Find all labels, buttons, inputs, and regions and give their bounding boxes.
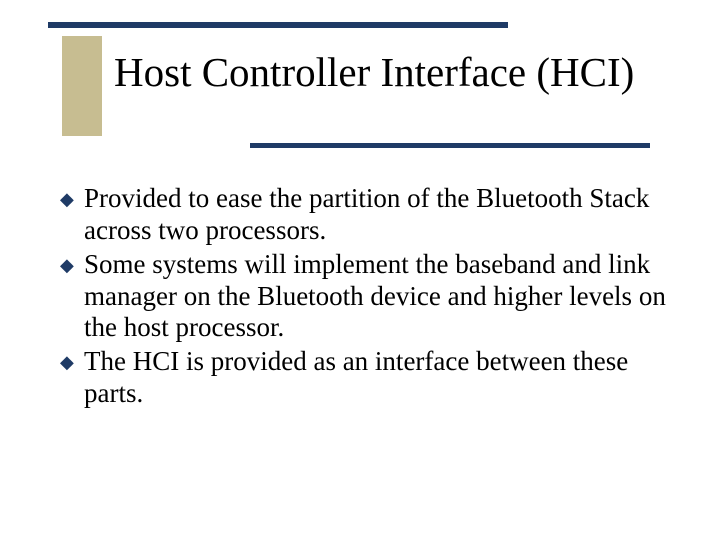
slide-title: Host Controller Interface (HCI) — [114, 50, 684, 95]
list-item: ◆ Provided to ease the partition of the … — [60, 183, 670, 247]
list-item: ◆ The HCI is provided as an interface be… — [60, 346, 670, 410]
diamond-bullet-icon: ◆ — [60, 346, 84, 378]
diamond-bullet-icon: ◆ — [60, 249, 84, 281]
diamond-bullet-icon: ◆ — [60, 183, 84, 215]
list-item: ◆ Some systems will implement the baseba… — [60, 249, 670, 345]
bullet-list: ◆ Provided to ease the partition of the … — [60, 183, 670, 412]
list-item-text: The HCI is provided as an interface betw… — [84, 346, 670, 410]
header-accent-block — [62, 36, 102, 136]
slide: Host Controller Interface (HCI) ◆ Provid… — [0, 0, 720, 540]
list-item-text: Some systems will implement the baseband… — [84, 249, 670, 345]
list-item-text: Provided to ease the partition of the Bl… — [84, 183, 670, 247]
header-bottom-rule — [250, 143, 650, 148]
header-top-rule — [48, 22, 508, 28]
